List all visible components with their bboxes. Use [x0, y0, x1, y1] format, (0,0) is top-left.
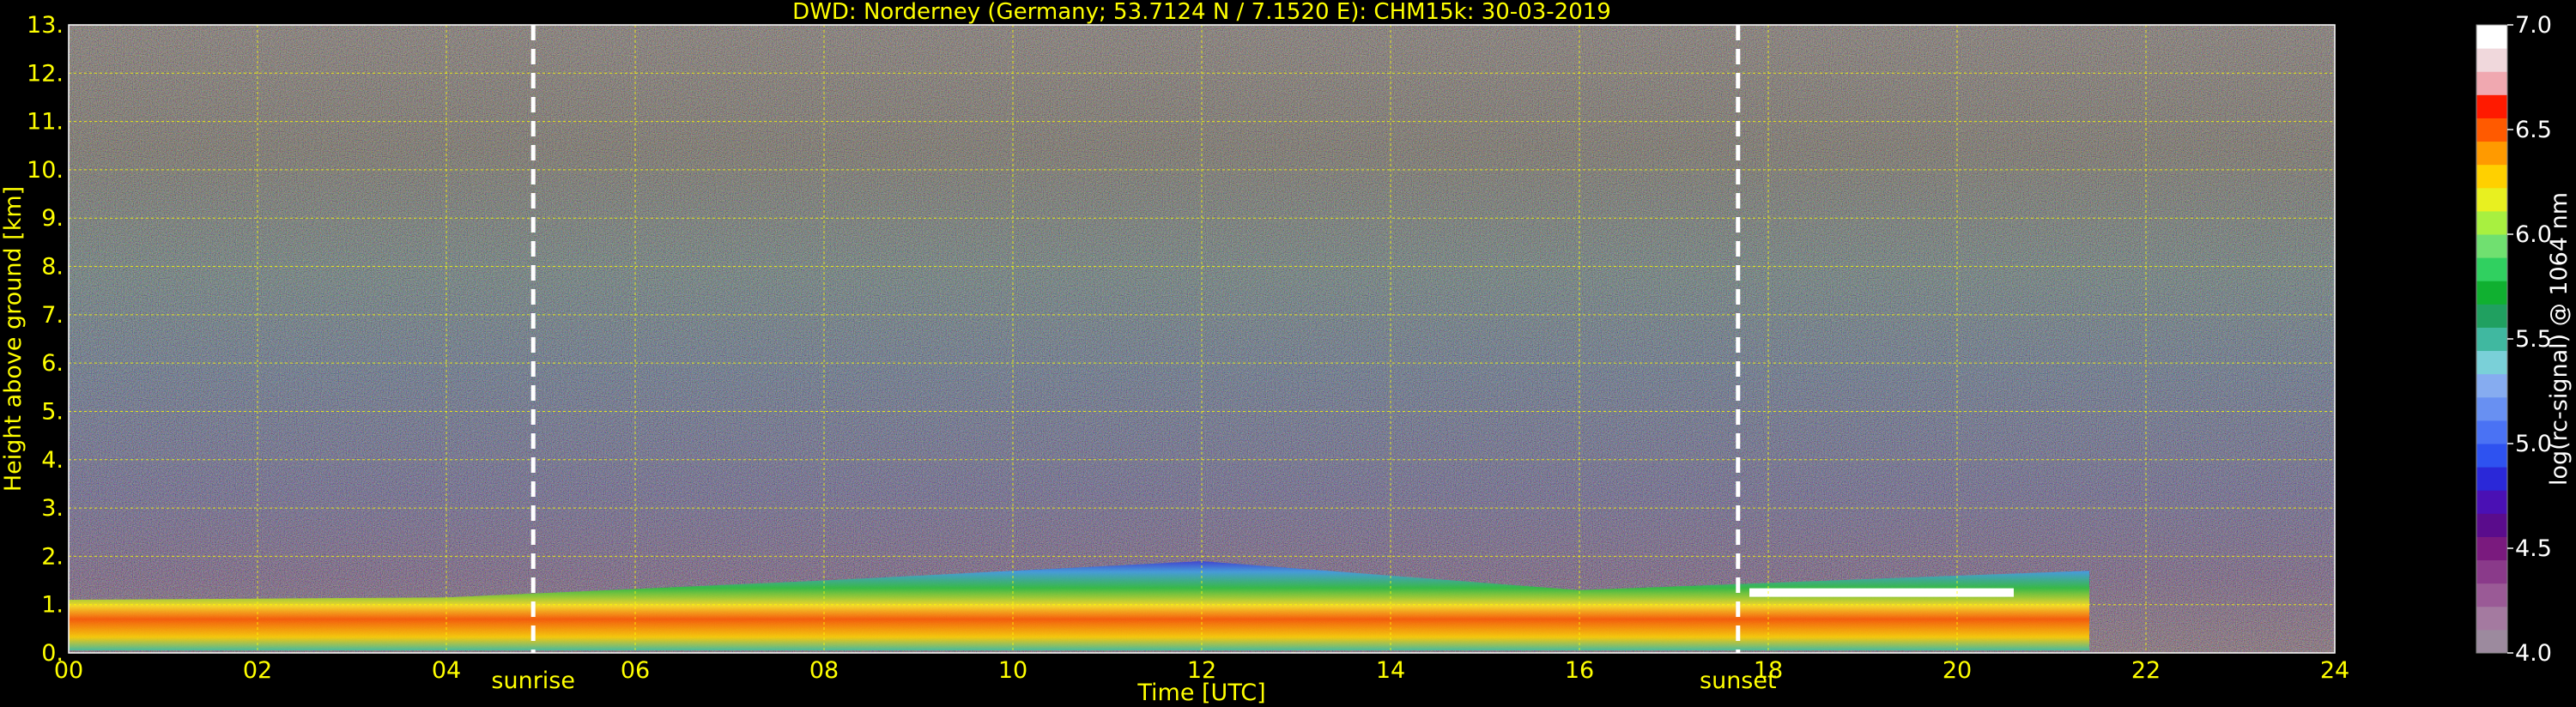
colorbar-band	[2476, 141, 2507, 166]
x-tick-label: 08	[809, 657, 839, 684]
y-tick-label: 9.	[41, 205, 64, 232]
colorbar-band	[2476, 373, 2507, 398]
y-tick-label: 8.	[41, 254, 64, 281]
y-axis-label: Height above ground [km]	[0, 186, 27, 492]
x-tick-label: 06	[621, 657, 650, 684]
y-tick-label: 7.	[41, 302, 64, 329]
colorbar-band	[2476, 48, 2507, 72]
colorbar-band	[2476, 304, 2507, 328]
layer-cloud-base	[1749, 588, 2014, 597]
ceilometer-chart: sunrise sunset DWD: Norderney (Germany; 5…	[0, 0, 2573, 706]
colorbar-band	[2476, 559, 2507, 584]
y-tick-label: 11.	[27, 109, 64, 136]
colorbar-bands	[2476, 25, 2507, 654]
colorbar-band	[2476, 536, 2507, 561]
x-tick-label: 20	[1943, 657, 1972, 684]
y-tick-label: 13.	[27, 12, 64, 39]
colorbar-band	[2476, 490, 2507, 514]
x-tick-label: 18	[1754, 657, 1783, 684]
colorbar-band	[2476, 583, 2507, 607]
colorbar-band	[2476, 210, 2507, 235]
x-tick-label: 24	[2320, 657, 2349, 684]
colorbar-band	[2476, 327, 2507, 352]
x-tick-label: 16	[1565, 657, 1594, 684]
colorbar-band	[2476, 467, 2507, 491]
x-tick-label: 04	[432, 657, 461, 684]
colorbar-tick-label: 6.5	[2515, 117, 2552, 143]
colorbar-band	[2476, 396, 2507, 421]
colorbar-tick-label: 7.0	[2515, 12, 2552, 39]
colorbar-band	[2476, 444, 2507, 468]
x-tick-label: 10	[998, 657, 1027, 684]
x-tick-label: 02	[243, 657, 272, 684]
y-tick-label: 5.	[41, 398, 64, 425]
y-tick-label: 0.	[41, 640, 64, 667]
x-tick-labels: 00 02 04 06 08 10 12 14 16 18 20 22 24	[54, 657, 2349, 684]
colorbar-band	[2476, 513, 2507, 537]
chart-title: DWD: Norderney (Germany; 53.7124 N / 7.1…	[792, 0, 1611, 25]
y-tick-label: 4.	[41, 447, 64, 474]
colorbar: 4.04.55.05.56.06.57.0 log(rc-signal) @ 1…	[2476, 12, 2573, 667]
colorbar-tick-label: 4.5	[2515, 535, 2552, 562]
colorbar-band	[2476, 606, 2507, 631]
colorbar-band	[2476, 420, 2507, 444]
y-tick-label: 10.	[27, 157, 64, 184]
colorbar-tick-label: 4.0	[2515, 640, 2552, 667]
y-tick-label: 12.	[27, 60, 64, 87]
colorbar-band	[2476, 71, 2507, 95]
colorbar-band	[2476, 350, 2507, 375]
y-tick-label: 6.	[41, 350, 64, 377]
y-tick-label: 2.	[41, 543, 64, 570]
sunrise-label: sunrise	[491, 668, 575, 694]
colorbar-band	[2476, 164, 2507, 189]
y-tick-label: 3.	[41, 495, 64, 522]
colorbar-label: log(rc-signal) @ 1064 nm	[2546, 192, 2573, 486]
y-tick-label: 1.	[41, 592, 64, 619]
colorbar-band	[2476, 234, 2507, 258]
x-tick-label: 22	[2131, 657, 2161, 684]
colorbar-band	[2476, 187, 2507, 212]
colorbar-band	[2476, 118, 2507, 142]
plot-area: sunrise sunset	[68, 24, 2336, 694]
x-tick-label: 14	[1376, 657, 1405, 684]
colorbar-band	[2476, 94, 2507, 118]
colorbar-band	[2476, 25, 2507, 49]
y-tick-labels: 0. 1. 2. 3. 4. 5. 6. 7. 8. 9. 10. 11. 12. 13.	[27, 12, 64, 667]
colorbar-band	[2476, 281, 2507, 305]
colorbar-band	[2476, 629, 2507, 654]
x-tick-label: 12	[1187, 657, 1216, 684]
colorbar-band	[2476, 257, 2507, 281]
